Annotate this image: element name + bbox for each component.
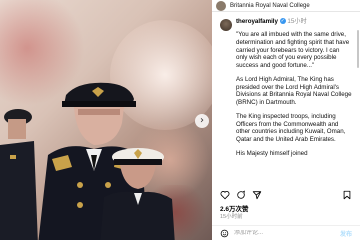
post-photo[interactable]: ›: [0, 0, 212, 240]
comment-icon[interactable]: [236, 190, 246, 200]
caption-meta: theroyalfamily ✓ 15小时: [236, 18, 307, 25]
action-bar: [212, 188, 360, 202]
scrollbar[interactable]: [357, 30, 359, 68]
caption-paragraph: As Lord High Admiral, The King has presi…: [236, 75, 352, 106]
officer-figure: [0, 109, 38, 240]
bookmark-icon[interactable]: [342, 190, 352, 200]
avatar[interactable]: [216, 0, 226, 11]
comment-input[interactable]: [234, 230, 340, 236]
officer-figure: [100, 148, 175, 240]
caption-paragraph: "You are all imbued with the same drive,…: [236, 31, 350, 69]
post-comment-button[interactable]: 发布: [340, 229, 352, 238]
caption-area: theroyalfamily ✓ 15小时 "You are all imbue…: [212, 14, 360, 188]
caption-paragraph: The King inspected troops, including Off…: [236, 112, 346, 143]
caption-paragraph: His Majesty himself joined: [236, 149, 308, 157]
post-date: 15小时前: [220, 214, 243, 220]
post-header: Britannia Royal Naval College: [212, 0, 360, 11]
caption-header: theroyalfamily ✓ 15小时: [220, 18, 352, 31]
username[interactable]: theroyalfamily: [236, 18, 278, 25]
share-icon[interactable]: [252, 190, 262, 200]
next-image-button[interactable]: ›: [195, 114, 209, 128]
comment-bar: 发布: [212, 225, 360, 240]
location-label[interactable]: Britannia Royal Naval College: [230, 3, 310, 9]
caption-text: "You are all imbued with the same drive,…: [236, 31, 352, 158]
avatar[interactable]: [220, 19, 232, 31]
post-panel: Britannia Royal Naval College theroyalfa…: [212, 0, 360, 240]
verified-badge-icon: ✓: [279, 18, 286, 25]
post-time[interactable]: 15小时: [287, 18, 306, 25]
emoji-icon[interactable]: [220, 229, 229, 238]
heart-icon[interactable]: [220, 190, 230, 200]
divider: [212, 11, 360, 12]
